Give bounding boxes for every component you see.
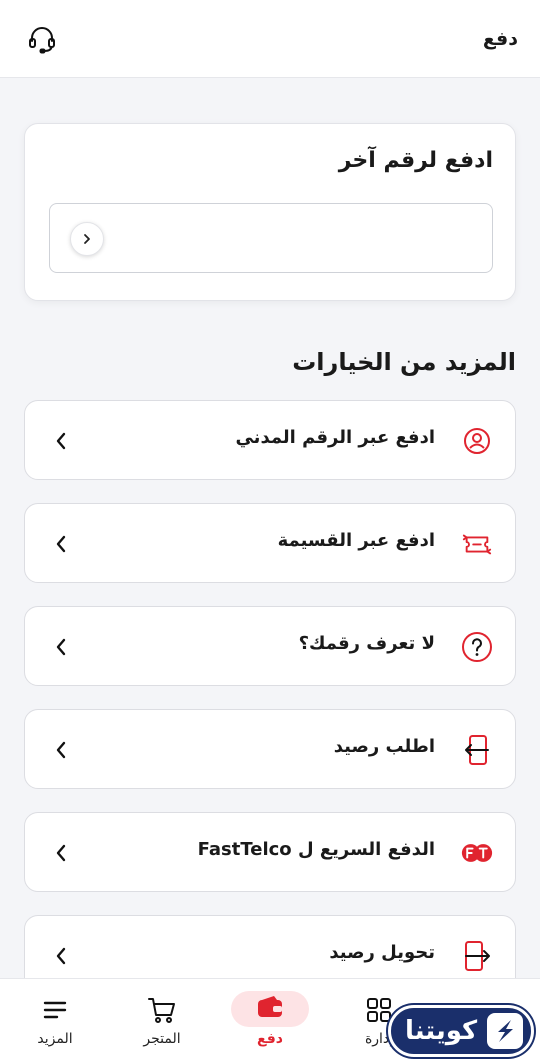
option-label: لا تعرف رقمك؟ bbox=[298, 633, 435, 654]
option-label: ادفع عبر الرقم المدني bbox=[235, 427, 435, 448]
pay-other-number-card: ادفع لرقم آخر bbox=[24, 123, 516, 301]
fasttelco-icon bbox=[461, 837, 493, 869]
nav-active-indicator bbox=[231, 991, 309, 1027]
nav-more[interactable]: المزيد bbox=[10, 979, 100, 1063]
option-label: ادفع عبر القسيمة bbox=[277, 530, 435, 551]
option-label: الدفع السريع ل FastTelco bbox=[197, 839, 435, 860]
chevron-left-icon bbox=[53, 635, 69, 659]
chevron-left-icon bbox=[53, 429, 69, 453]
chevron-left-icon bbox=[53, 944, 69, 968]
option-pay-civil-id[interactable]: ادفع عبر الرقم المدني bbox=[24, 400, 516, 480]
wallet-icon bbox=[256, 995, 284, 1023]
apps-icon bbox=[365, 995, 393, 1025]
chevron-left-icon bbox=[53, 841, 69, 865]
chevron-right-icon bbox=[84, 234, 90, 244]
option-pay-voucher[interactable]: ادفع عبر القسيمة bbox=[24, 503, 516, 583]
nav-label: المزيد bbox=[37, 1031, 73, 1047]
site-watermark: كويتنا bbox=[388, 1005, 534, 1057]
option-label: اطلب رصيد bbox=[333, 736, 435, 757]
chevron-left-icon bbox=[53, 532, 69, 556]
headset-icon[interactable] bbox=[26, 23, 58, 55]
option-request-credit[interactable]: اطلب رصيد bbox=[24, 709, 516, 789]
app-header: دفع bbox=[0, 0, 540, 78]
phone-number-input[interactable] bbox=[50, 204, 492, 272]
transfer-credit-icon bbox=[461, 940, 493, 972]
option-fasttelco[interactable]: الدفع السريع ل FastTelco bbox=[24, 812, 516, 892]
watermark-logo bbox=[487, 1013, 523, 1049]
request-credit-icon bbox=[461, 734, 493, 766]
submit-number-button[interactable] bbox=[70, 222, 104, 256]
voucher-icon bbox=[461, 528, 493, 560]
cart-icon bbox=[147, 995, 177, 1025]
menu-icon bbox=[42, 995, 68, 1025]
civil-id-icon bbox=[461, 425, 493, 457]
page-title: دفع bbox=[482, 27, 518, 50]
nav-label: دفع bbox=[257, 1031, 283, 1047]
question-icon bbox=[461, 631, 493, 663]
phone-number-field-wrapper bbox=[49, 203, 493, 273]
watermark-text: كويتنا bbox=[405, 1016, 478, 1046]
more-options-title: المزيد من الخيارات bbox=[292, 348, 516, 376]
nav-pay[interactable]: دفع bbox=[225, 979, 315, 1063]
pay-other-number-title: ادفع لرقم آخر bbox=[338, 148, 493, 173]
option-forgot-number[interactable]: لا تعرف رقمك؟ bbox=[24, 606, 516, 686]
option-label: تحويل رصيد bbox=[329, 942, 435, 963]
chevron-left-icon bbox=[53, 738, 69, 762]
nav-store[interactable]: المتجر bbox=[117, 979, 207, 1063]
nav-label: المتجر bbox=[143, 1031, 181, 1047]
